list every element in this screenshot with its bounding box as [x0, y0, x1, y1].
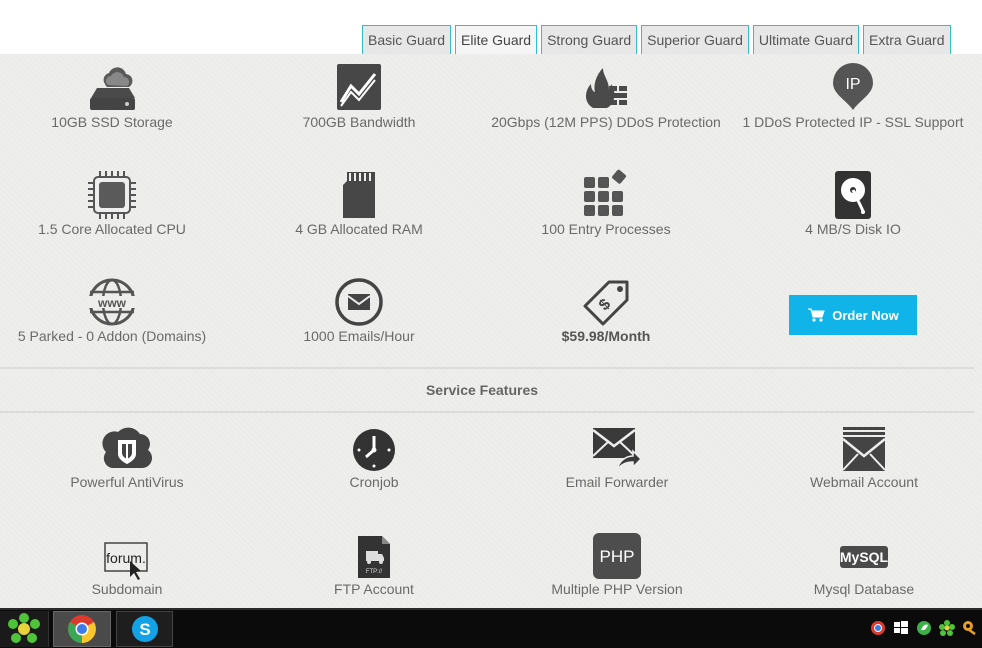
tab-superior-guard[interactable]: Superior Guard: [641, 25, 749, 55]
service-cronjob: Cronjob: [274, 426, 474, 490]
service-php: PHP Multiple PHP Version: [517, 533, 717, 597]
service-antivirus: Powerful AntiVirus: [27, 426, 227, 490]
divider: [0, 411, 974, 413]
flower-icon: [8, 613, 40, 643]
service-label: Mysql Database: [813, 581, 915, 597]
process-grid-icon: [584, 169, 626, 216]
service-subdomain: forum. Subdomain: [27, 533, 227, 597]
tab-extra-guard[interactable]: Extra Guard: [863, 25, 951, 55]
feature-cpu: 1.5 Core Allocated CPU: [12, 169, 212, 237]
cpu-chip-icon: [88, 171, 136, 219]
mysql-icon: MySQL: [840, 546, 889, 568]
tray-leaf-icon[interactable]: [916, 620, 932, 636]
tab-strong-guard[interactable]: Strong Guard: [541, 25, 638, 55]
feature-ddos: 20Gbps (12M PPS) DDoS Protection: [486, 62, 726, 130]
feature-price: $ $59.98/Month: [506, 276, 706, 344]
taskbar-chrome[interactable]: [53, 611, 111, 647]
price-tag-icon: $: [583, 280, 629, 326]
webmail-envelope-icon: [842, 427, 886, 471]
bandwidth-chart-icon: [337, 64, 381, 110]
tray-key-icon[interactable]: [962, 620, 978, 636]
php-icon: PHP: [593, 533, 641, 579]
service-mysql: MySQL Mysql Database: [764, 533, 964, 597]
svg-text:forum.: forum.: [106, 550, 146, 566]
ftp-file-icon: FTP://: [358, 536, 390, 578]
system-tray: [870, 620, 978, 636]
service-label: Powerful AntiVirus: [70, 474, 184, 490]
svg-text:$: $: [596, 296, 614, 314]
feature-storage: 10GB SSD Storage: [12, 62, 212, 130]
tab-ultimate-guard[interactable]: Ultimate Guard: [752, 25, 860, 55]
start-button[interactable]: [0, 611, 49, 647]
feature-label: 4 GB Allocated RAM: [295, 221, 423, 237]
feature-label: 1000 Emails/Hour: [303, 328, 415, 344]
feature-label: 700GB Bandwidth: [302, 114, 416, 130]
price-label: $59.98/Month: [561, 328, 651, 344]
tray-flower-icon[interactable]: [939, 620, 955, 636]
plan-panel: 10GB SSD Storage 700GB Bandwidth 20Gbps …: [0, 54, 982, 608]
hard-disk-icon: [835, 171, 871, 219]
clock-icon: [353, 429, 395, 471]
tab-basic-guard[interactable]: Basic Guard: [362, 25, 452, 55]
taskbar: S: [0, 608, 982, 648]
ip-pin-icon: IP: [833, 63, 873, 110]
svg-text:IP: IP: [845, 76, 860, 93]
service-label: Webmail Account: [810, 474, 918, 490]
cart-icon: [808, 308, 825, 322]
taskbar-skype[interactable]: S: [116, 611, 173, 647]
plan-tabs: Basic Guard Elite Guard Strong Guard Sup…: [362, 25, 951, 55]
tab-elite-guard[interactable]: Elite Guard: [455, 25, 538, 55]
windows-icon[interactable]: [893, 620, 909, 636]
service-label: Email Forwarder: [565, 474, 669, 490]
service-label: FTP Account: [334, 581, 414, 597]
feature-domains: www 5 Parked - 0 Addon (Domains): [0, 276, 224, 344]
feature-label: 1.5 Core Allocated CPU: [38, 221, 186, 237]
feature-disk-io: 4 MB/S Disk IO: [753, 169, 953, 237]
feature-label: 4 MB/S Disk IO: [805, 221, 901, 237]
service-label: Cronjob: [349, 474, 399, 490]
svg-text:S: S: [139, 620, 150, 639]
svg-text:www: www: [97, 296, 127, 310]
feature-label: 20Gbps (12M PPS) DDoS Protection: [491, 114, 721, 130]
skype-icon: S: [131, 616, 158, 642]
svg-text:FTP://: FTP://: [366, 569, 383, 575]
tray-chrome-icon[interactable]: [870, 620, 886, 636]
feature-processes: 100 Entry Processes: [506, 169, 706, 237]
firewall-flame-icon: [586, 68, 627, 108]
chrome-icon: [68, 615, 96, 643]
feature-label: 100 Entry Processes: [541, 221, 671, 237]
service-webmail: Webmail Account: [764, 426, 964, 490]
order-now-label: Order Now: [832, 307, 899, 323]
feature-ip: IP 1 DDoS Protected IP - SSL Support: [738, 62, 968, 130]
antivirus-shield-icon: [102, 427, 152, 468]
order-now-button[interactable]: Order Now: [789, 295, 917, 335]
service-email-forwarder: Email Forwarder: [517, 426, 717, 490]
memory-card-icon: [343, 172, 375, 218]
service-label: Subdomain: [91, 581, 163, 597]
feature-emails: 1000 Emails/Hour: [259, 276, 459, 344]
svg-text:PHP: PHP: [600, 547, 635, 566]
email-forward-icon: [592, 428, 643, 471]
section-title: Service Features: [425, 382, 539, 398]
feature-bandwidth: 700GB Bandwidth: [259, 62, 459, 130]
feature-label: 1 DDoS Protected IP - SSL Support: [742, 114, 964, 130]
email-circle-icon: [335, 278, 383, 326]
divider: [0, 367, 974, 369]
feature-label: 10GB SSD Storage: [51, 114, 173, 130]
forum-cursor-icon: forum.: [104, 542, 148, 580]
cloud-storage-icon: [90, 67, 135, 110]
svg-text:MySQL: MySQL: [840, 549, 889, 565]
feature-label: 5 Parked - 0 Addon (Domains): [17, 328, 207, 344]
globe-www-icon: www: [88, 278, 136, 326]
service-ftp: FTP:// FTP Account: [274, 533, 474, 597]
feature-ram: 4 GB Allocated RAM: [259, 169, 459, 237]
service-label: Multiple PHP Version: [551, 581, 683, 597]
